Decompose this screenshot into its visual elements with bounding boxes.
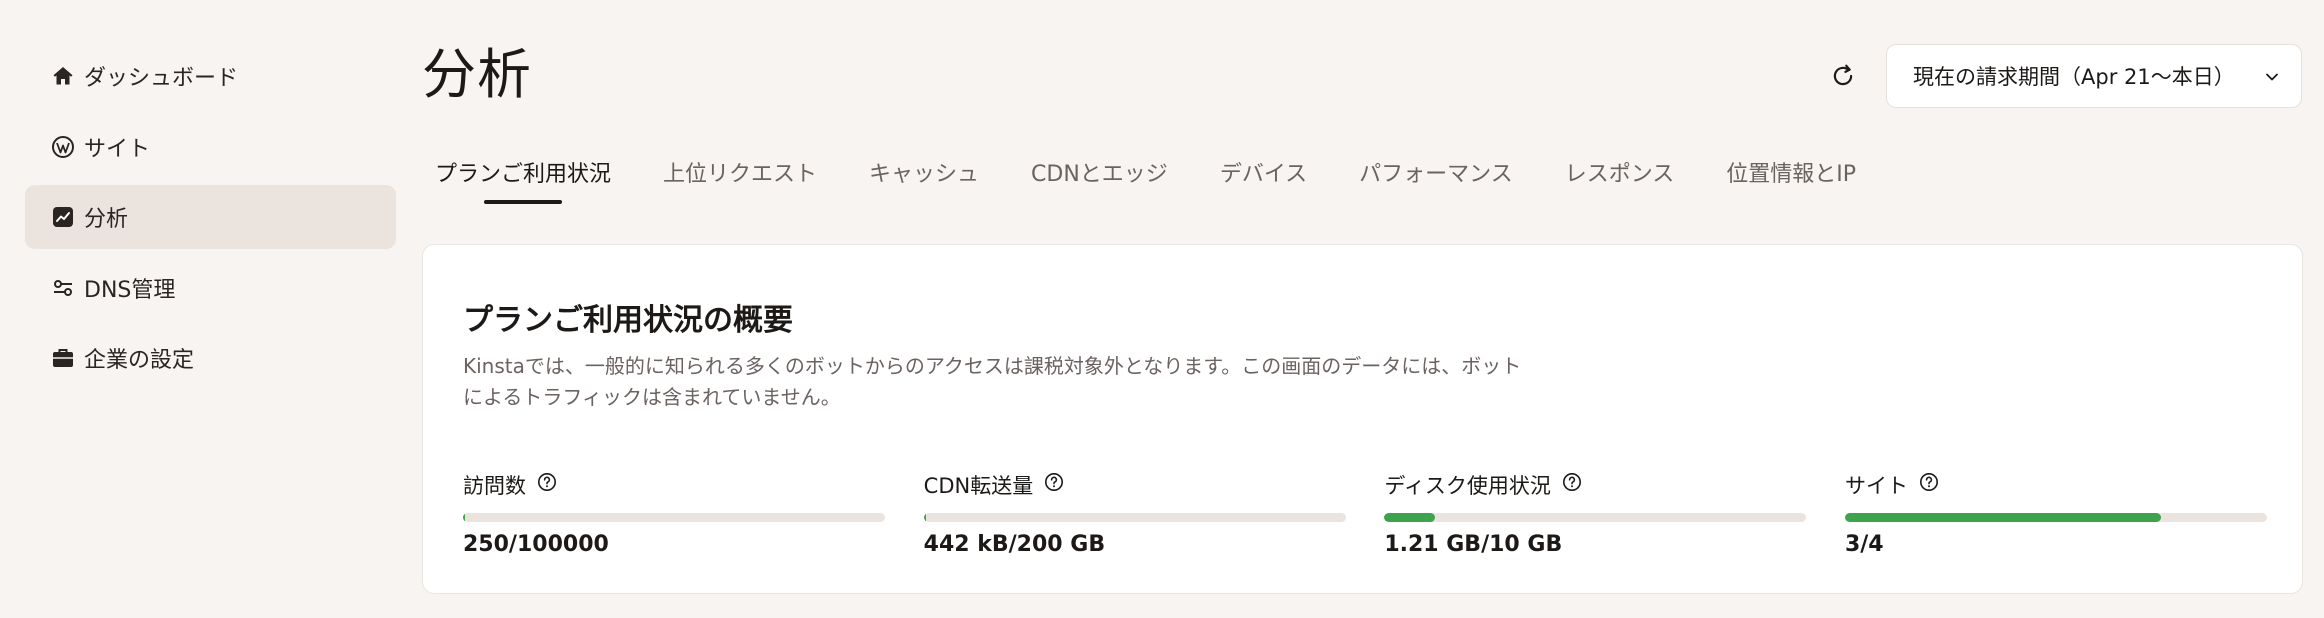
help-icon[interactable] — [1918, 471, 1940, 493]
sidebar-item-label: サイト — [84, 136, 151, 162]
page-title: 分析 — [422, 43, 532, 106]
sidebar-item-label: ダッシュボード — [84, 66, 239, 91]
dns-icon — [50, 275, 76, 301]
metric-disk-usage: ディスク使用状況 1.21 GB/10 GB — [1384, 469, 1807, 557]
progress-bar — [463, 513, 885, 522]
progress-fill — [1384, 513, 1436, 522]
metric-value: 442 kB/200 GB — [923, 532, 1106, 557]
metric-value: 1.21 GB/10 GB — [1384, 532, 1563, 557]
progress-fill — [463, 513, 465, 522]
sidebar-item-analytics[interactable]: 分析 — [25, 185, 396, 249]
metric-label: 訪問数 — [463, 474, 526, 498]
sidebar: ダッシュボード サイト 分析 DNS管理 企業の設定 — [25, 44, 396, 397]
active-tab-indicator — [484, 200, 562, 204]
help-icon[interactable] — [1043, 471, 1065, 493]
sidebar-item-dashboard[interactable]: ダッシュボード — [25, 44, 396, 108]
tab-cdn-edge[interactable]: CDNとエッジ — [1031, 150, 1168, 208]
sidebar-item-label: DNS管理 — [84, 277, 176, 303]
metric-sites: サイト 3/4 — [1844, 469, 2267, 557]
tab-devices[interactable]: デバイス — [1220, 150, 1307, 208]
plan-usage-card: プランご利用状況の概要 Kinstaでは、一般的に知られる多くのボットからのアク… — [422, 244, 2303, 594]
metric-cdn-transfer: CDN転送量 442 kB/200 GB — [923, 469, 1346, 557]
analytics-tabs: プランご利用状況 上位リクエスト キャッシュ CDNとエッジ デバイス パフォー… — [422, 150, 1908, 208]
metric-label: CDN転送量 — [923, 474, 1034, 498]
billing-period-select[interactable]: 現在の請求期間（Apr 21〜本日） — [1886, 44, 2302, 108]
metric-value: 250/100000 — [463, 532, 609, 557]
tab-geo-ip[interactable]: 位置情報とIP — [1726, 150, 1856, 208]
card-title: プランご利用状況の概要 — [463, 303, 793, 338]
progress-bar — [923, 513, 1346, 522]
help-icon[interactable] — [536, 471, 558, 493]
analytics-icon — [50, 204, 76, 230]
tab-top-requests[interactable]: 上位リクエスト — [663, 150, 817, 208]
metric-label: サイト — [1844, 474, 1908, 498]
progress-bar — [1844, 513, 2267, 522]
home-icon — [50, 63, 76, 89]
sidebar-item-sites[interactable]: サイト — [25, 115, 396, 179]
briefcase-icon — [50, 345, 76, 371]
metric-value: 3/4 — [1844, 532, 1884, 557]
progress-bar — [1384, 513, 1807, 522]
sidebar-item-dns[interactable]: DNS管理 — [25, 256, 396, 320]
progress-fill — [923, 513, 926, 522]
sidebar-item-company-settings[interactable]: 企業の設定 — [25, 326, 396, 390]
sidebar-item-label: 企業の設定 — [84, 348, 195, 373]
progress-fill — [1844, 513, 2162, 522]
chevron-down-icon — [2263, 67, 2281, 85]
usage-metrics: 訪問数 250/100000 CDN転送量 442 kB/200 GB ディスク… — [463, 469, 2267, 557]
card-description: Kinstaでは、一般的に知られる多くのボットからのアクセスは課税対象外となりま… — [463, 354, 1522, 409]
refresh-button[interactable] — [1825, 58, 1861, 94]
metric-visits: 訪問数 250/100000 — [463, 469, 885, 557]
billing-period-value: 現在の請求期間（Apr 21〜本日） — [1913, 65, 2235, 89]
tab-cache[interactable]: キャッシュ — [869, 150, 979, 208]
metric-label: ディスク使用状況 — [1384, 474, 1551, 498]
tab-performance[interactable]: パフォーマンス — [1359, 150, 1513, 208]
tab-responses[interactable]: レスポンス — [1565, 150, 1675, 208]
help-icon[interactable] — [1561, 471, 1583, 493]
sidebar-item-label: 分析 — [84, 207, 129, 232]
wordpress-icon — [50, 134, 76, 160]
refresh-icon — [1830, 63, 1856, 89]
